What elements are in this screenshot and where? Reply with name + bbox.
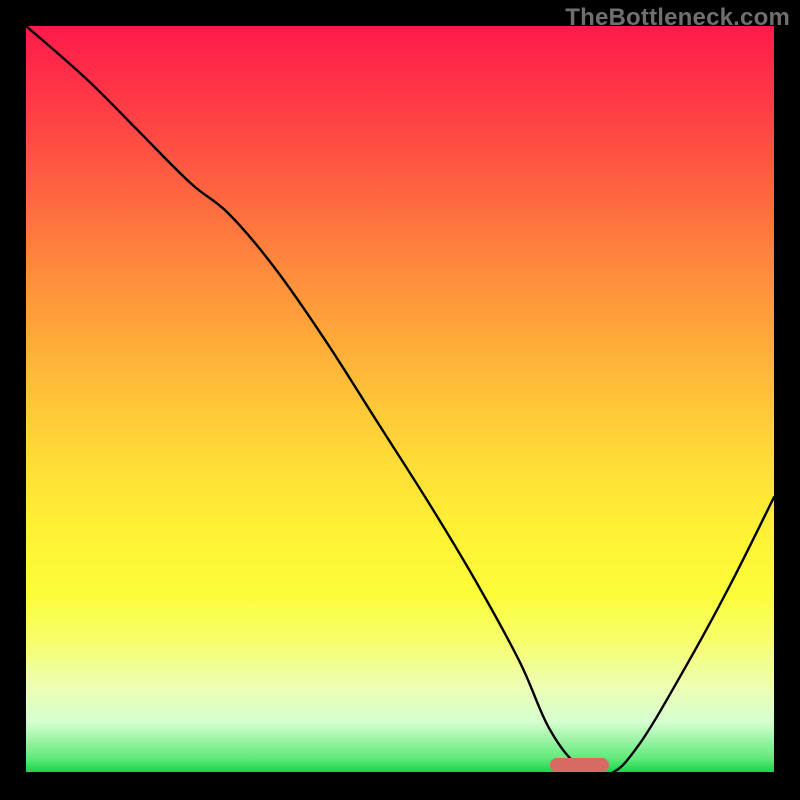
curve-path [26, 26, 774, 774]
watermark-text: TheBottleneck.com [565, 4, 790, 32]
plot-area [26, 26, 774, 774]
baseline [26, 772, 774, 774]
chart-frame: TheBottleneck.com [0, 0, 800, 800]
bottleneck-curve [26, 26, 774, 774]
minimum-marker [550, 758, 610, 772]
